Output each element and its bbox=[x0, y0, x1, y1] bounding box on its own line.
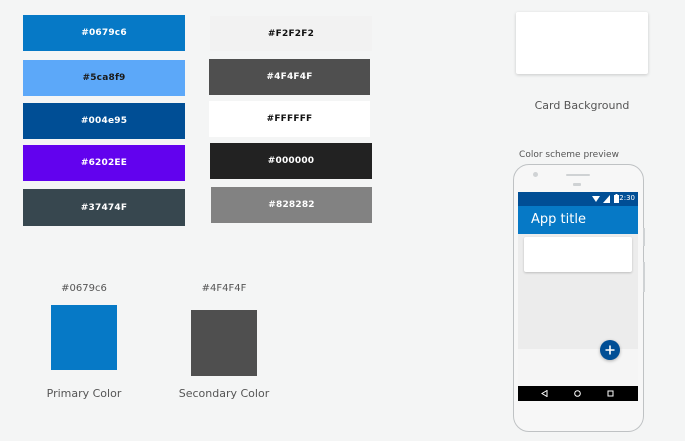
power-button bbox=[643, 262, 645, 292]
swatch-label: #5ca8f9 bbox=[82, 73, 126, 83]
status-bar: 12:30 bbox=[518, 192, 638, 206]
app-bar: App title bbox=[518, 206, 638, 234]
swatch-828282: #828282 bbox=[211, 187, 372, 223]
wifi-icon bbox=[592, 196, 600, 202]
swatch-label: #000000 bbox=[267, 156, 315, 166]
swatch-label: #37474F bbox=[80, 202, 128, 213]
back-icon[interactable] bbox=[541, 390, 548, 397]
sensor-icon bbox=[573, 183, 581, 186]
secondary-color-square bbox=[191, 310, 257, 376]
nav-bar bbox=[518, 386, 638, 401]
swatch-6202ee: #6202EE bbox=[23, 145, 185, 181]
secondary-color-label: Secondary Color bbox=[178, 387, 270, 400]
bottom-area bbox=[518, 349, 638, 386]
signal-icon bbox=[603, 195, 610, 203]
secondary-hex: #4F4F4F bbox=[201, 283, 247, 294]
app-title: App title bbox=[531, 212, 586, 227]
swatch-label: #FFFFFF bbox=[266, 114, 313, 124]
swatch-label: #004e95 bbox=[80, 116, 128, 126]
status-time: 12:30 bbox=[614, 194, 635, 202]
speaker-icon bbox=[566, 174, 590, 176]
volume-button bbox=[643, 228, 645, 246]
swatch-label: #F2F2F2 bbox=[267, 28, 315, 39]
primary-hex: #0679c6 bbox=[61, 283, 107, 294]
fab-button[interactable] bbox=[600, 340, 620, 360]
recents-icon[interactable] bbox=[607, 390, 614, 397]
swatch-label: #0679c6 bbox=[81, 28, 127, 38]
swatch-0679c6: #0679c6 bbox=[23, 15, 185, 51]
swatch-label: #4F4F4F bbox=[266, 72, 313, 82]
swatch-004e95: #004e95 bbox=[23, 103, 185, 139]
plus-icon bbox=[605, 345, 615, 355]
swatch-f2f2f2: #F2F2F2 bbox=[210, 16, 372, 51]
home-icon[interactable] bbox=[574, 390, 581, 397]
preview-label: Color scheme preview bbox=[519, 150, 619, 160]
swatch-5ca8f9: #5ca8f9 bbox=[23, 60, 185, 96]
swatch-ffffff: #FFFFFF bbox=[209, 101, 370, 137]
swatch-4f4f4f: #4F4F4F bbox=[209, 59, 370, 95]
primary-color-square bbox=[51, 305, 117, 370]
swatch-000000: #000000 bbox=[210, 143, 372, 179]
card-background-sample bbox=[516, 12, 648, 74]
swatch-label: #828282 bbox=[268, 200, 315, 210]
phone-screen: 12:30 App title bbox=[518, 192, 638, 401]
swatch-label: #6202EE bbox=[80, 158, 128, 168]
primary-color-label: Primary Color bbox=[46, 387, 122, 400]
preview-card bbox=[524, 237, 632, 272]
camera-icon bbox=[533, 172, 538, 177]
swatch-37474f: #37474F bbox=[23, 189, 185, 226]
card-background-label: Card Background bbox=[534, 99, 630, 112]
